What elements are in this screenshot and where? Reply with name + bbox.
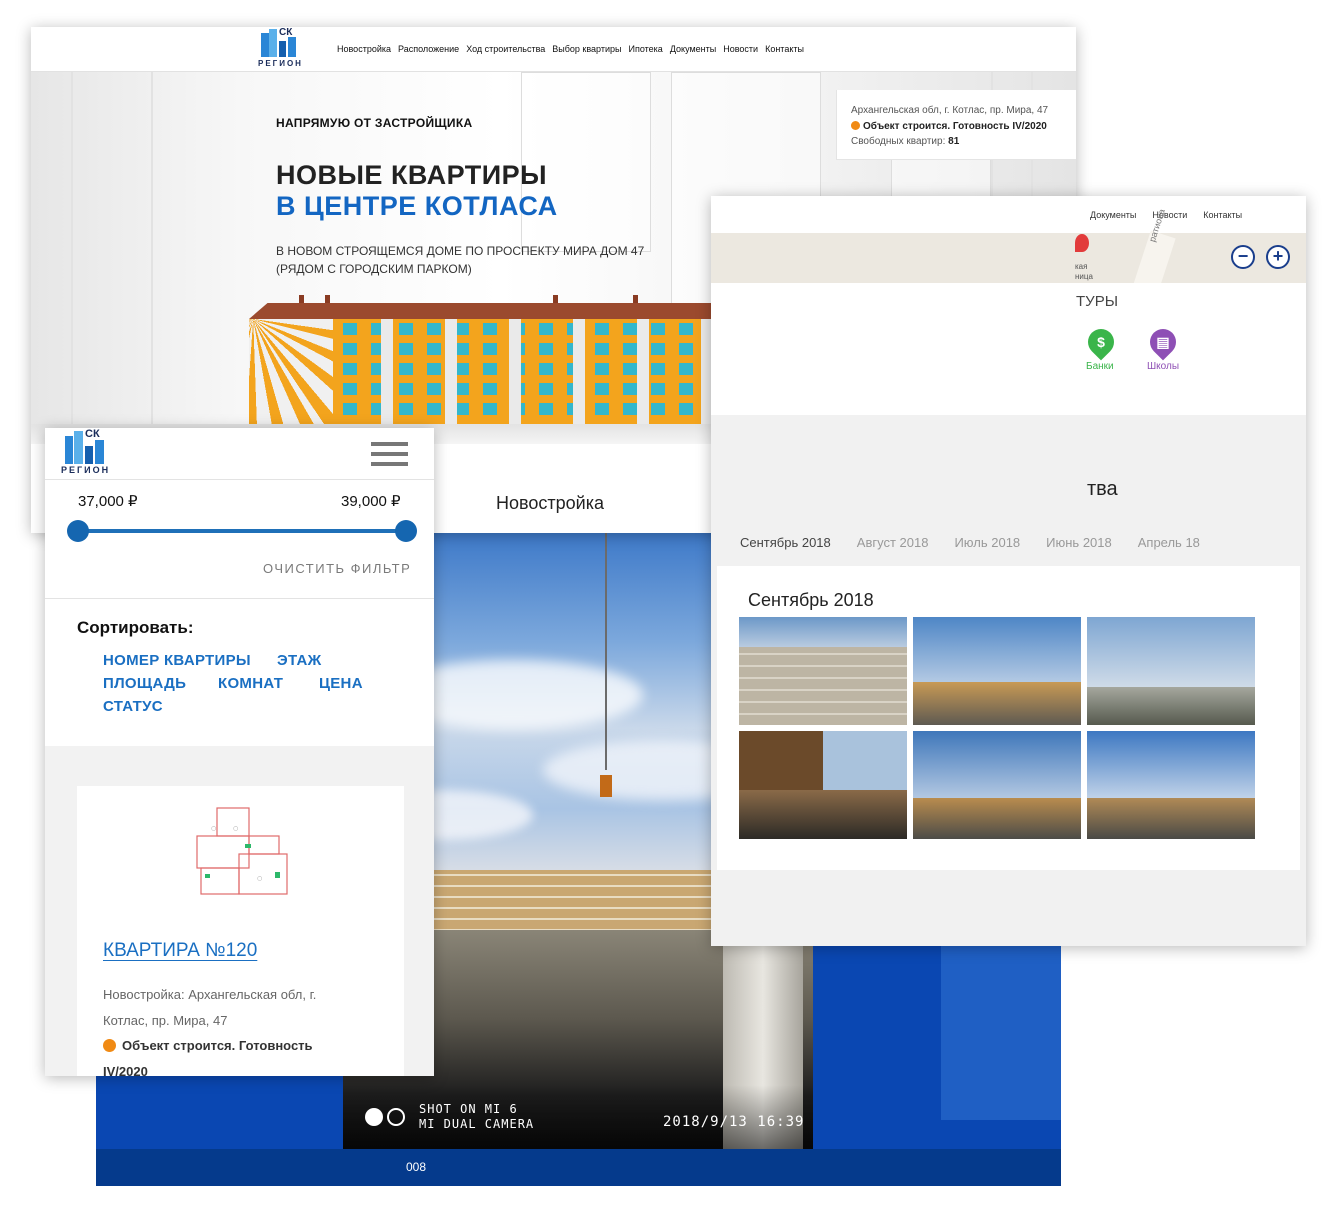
gallery-thumbnail[interactable] [913, 731, 1081, 839]
logo-region: РЕГИОН [61, 465, 111, 475]
mobile-header: СК РЕГИОН [45, 428, 434, 480]
menu-item-novostroyka[interactable]: Новостройка [337, 44, 391, 54]
price-min-label: 37,000 ₽ [78, 493, 138, 510]
month-tabs: Сентябрь 2018 Август 2018 Июль 2018 Июнь… [740, 535, 1200, 550]
gallery-thumbnail[interactable] [1087, 617, 1255, 725]
sort-by-status[interactable]: СТАТУС [103, 698, 163, 715]
location-map[interactable] [711, 233, 1306, 283]
tab-july-2018[interactable]: Июль 2018 [954, 535, 1020, 550]
price-range-min-handle[interactable] [67, 520, 89, 542]
logo-region: РЕГИОН [258, 59, 303, 68]
flat-address-line-2: Котлас, пр. Мира, 47 [103, 1013, 228, 1028]
gallery-thumbnail[interactable] [739, 731, 907, 839]
map-label: кая ница [1075, 262, 1093, 281]
sort-by-rooms[interactable]: КОМНАТ [218, 675, 283, 692]
clear-filter-button[interactable]: ОЧИСТИТЬ ФИЛЬТР [263, 561, 411, 576]
photo-timestamp: 2018/9/13 16:39 [663, 1114, 805, 1130]
dollar-icon: $ [1097, 334, 1105, 350]
status-dot-icon [851, 120, 860, 130]
divider [45, 598, 434, 599]
section-title: Новостройка [496, 493, 604, 513]
menu-item-contacts[interactable]: Контакты [765, 44, 804, 54]
project-status: Объект строится. Готовность IV/2020 [851, 119, 1062, 135]
camera-line-2: MI DUAL CAMERA [419, 1117, 535, 1131]
poi-banks-label[interactable]: Банки [1086, 361, 1114, 372]
logo-ck: СК [279, 27, 293, 38]
hero-title-line-1: НОВЫЕ КВАРТИРЫ [276, 160, 548, 190]
logo-ck: СК [85, 428, 100, 440]
gallery-thumbnail[interactable] [1087, 731, 1255, 839]
lightbox-bottom-bar [96, 1149, 1061, 1186]
menu-item-mortgage[interactable]: Ипотека [629, 44, 663, 54]
hero-tagline: НАПРЯМУЮ ОТ ЗАСТРОЙЩИКА [276, 116, 473, 130]
sort-by-flat-number[interactable]: НОМЕР КВАРТИРЫ [103, 652, 251, 669]
flat-address-line-1: Новостройка: Архангельская обл, г. [103, 987, 317, 1002]
progress-section-title: тва [1087, 478, 1118, 500]
camera-logo-icon [365, 1108, 383, 1126]
photo-counter: 008 [406, 1160, 427, 1174]
status-dot-icon [103, 1039, 116, 1052]
svg-text:○: ○ [257, 875, 262, 882]
sort-label: Сортировать: [77, 618, 194, 637]
svg-text:○: ○ [233, 825, 238, 832]
free-flats: Свободных квартир: 81 [851, 136, 960, 147]
floor-plan-image[interactable]: ○ ○ ○ [195, 802, 290, 912]
map-pin-icon[interactable] [1075, 234, 1089, 252]
menu-item-documents[interactable]: Документы [670, 44, 716, 54]
price-range-track[interactable] [78, 529, 406, 533]
camera-watermark: SHOT ON MI 6 MI DUAL CAMERA [419, 1102, 534, 1132]
menu-item-location[interactable]: Расположение [398, 44, 459, 54]
hero-title-line-2: В ЦЕНТРЕ КОТЛАСА [276, 191, 558, 221]
main-menu: Новостройка Расположение Ход строительст… [337, 44, 804, 54]
menu-item-contacts[interactable]: Контакты [1203, 210, 1242, 220]
book-icon: ▤ [1156, 334, 1170, 350]
flat-status-line-2: IV/2020 [103, 1064, 148, 1076]
infrastructure-title: ТУРЫ [1076, 293, 1118, 310]
construction-progress-screen: Документы Новости Контакты ратиона кая н… [711, 196, 1306, 946]
hero-subtitle-line-2: (РЯДОМ С ГОРОДСКИМ ПАРКОМ) [276, 262, 472, 276]
top-navigation: СК РЕГИОН Новостройка Расположение Ход с… [31, 27, 1076, 72]
site-logo[interactable]: СК РЕГИОН [257, 27, 307, 71]
price-max-label: 39,000 ₽ [341, 493, 401, 510]
sort-by-area[interactable]: ПЛОЩАДЬ [103, 675, 186, 692]
price-range-max-handle[interactable] [395, 520, 417, 542]
tab-august-2018[interactable]: Август 2018 [857, 535, 929, 550]
sort-by-price[interactable]: ЦЕНА [319, 675, 363, 692]
camera-logo-ring-icon [387, 1108, 405, 1126]
zoom-out-button[interactable]: − [1231, 245, 1255, 269]
infrastructure-section [711, 283, 1306, 415]
sort-by-floor[interactable]: ЭТАЖ [277, 652, 321, 669]
site-logo[interactable]: СК РЕГИОН [61, 428, 115, 478]
project-address: Архангельская обл, г. Котлас, пр. Мира, … [851, 105, 1049, 116]
poi-schools-label[interactable]: Школы [1147, 361, 1179, 372]
menu-item-documents[interactable]: Документы [1090, 210, 1136, 220]
menu-item-news[interactable]: Новости [723, 44, 758, 54]
project-info-box: Архангельская обл, г. Котлас, пр. Мира, … [836, 90, 1076, 160]
flat-status-line-1: Объект строится. Готовность [103, 1038, 313, 1053]
gallery-thumbnail[interactable] [913, 617, 1081, 725]
gallery-top-nav: Документы Новости Контакты [711, 196, 1306, 233]
free-flats-count: 81 [948, 136, 960, 147]
flat-title-link[interactable]: КВАРТИРА №120 [103, 940, 257, 962]
hamburger-menu-icon[interactable] [371, 442, 408, 466]
camera-line-1: SHOT ON MI 6 [419, 1102, 518, 1116]
gallery-thumbnail[interactable] [739, 617, 907, 725]
hero-subtitle-line-1: В НОВОМ СТРОЯЩЕМСЯ ДОМЕ ПО ПРОСПЕКТУ МИР… [276, 244, 645, 258]
tab-april-2018[interactable]: Апрель 18 [1138, 535, 1200, 550]
menu-item-choose-flat[interactable]: Выбор квартиры [552, 44, 621, 54]
tab-september-2018[interactable]: Сентябрь 2018 [740, 535, 831, 550]
zoom-in-button[interactable]: + [1266, 245, 1290, 269]
svg-text:○: ○ [211, 825, 216, 832]
mobile-flat-filter-screen: СК РЕГИОН 37,000 ₽ 39,000 ₽ ОЧИСТИТЬ ФИЛ… [45, 428, 434, 1076]
tab-june-2018[interactable]: Июнь 2018 [1046, 535, 1112, 550]
menu-item-progress[interactable]: Ход строительства [466, 44, 545, 54]
gallery-card-title: Сентябрь 2018 [748, 590, 874, 610]
